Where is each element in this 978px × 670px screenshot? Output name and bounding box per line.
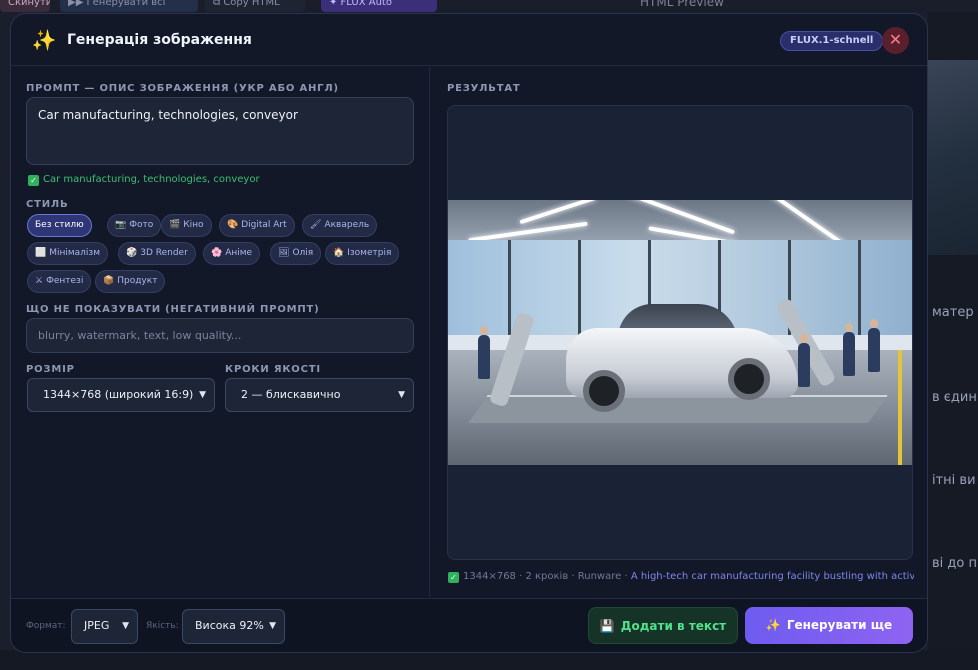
quality-label: Якість: <box>146 621 179 631</box>
painting-icon: 🖼 <box>278 248 290 258</box>
style-chip-label: Фентезі <box>46 276 84 286</box>
quality-select-value: Висока 92% <box>195 619 264 632</box>
style-chip-label: Ізометрія <box>347 248 392 258</box>
style-chip-label: Фото <box>129 220 154 230</box>
bg-copy-html-button: ⧉ Copy HTML <box>205 0 305 12</box>
quality-select[interactable]: Висока 92% ▼ <box>182 609 285 644</box>
style-chip-watercolor[interactable]: 🖌 Акварель <box>302 214 378 237</box>
prompt-textarea[interactable]: Car manufacturing, technologies, conveyo… <box>26 97 414 165</box>
camera-icon: 📷 <box>115 220 127 230</box>
box-icon: 📦 <box>103 276 115 286</box>
style-chip-fantasy[interactable]: ⚔ Фентезі <box>27 270 92 293</box>
bg-text-fragment: ітні ви <box>932 473 976 488</box>
result-meta: ✓ 1344×768 · 2 кроків · Runware · A high-… <box>448 571 914 583</box>
size-select-value: 1344×768 (широкий 16:9) <box>43 388 194 401</box>
palette-icon: 🎨 <box>227 220 239 230</box>
style-chip-product[interactable]: 📦 Продукт <box>95 270 166 293</box>
style-chip-digital-art[interactable]: 🎨 Digital Art <box>219 214 295 237</box>
generate-again-button[interactable]: ✨ Генерувати ще <box>745 607 913 644</box>
close-button[interactable]: ✕ <box>882 27 909 54</box>
clapperboard-icon: 🎬 <box>169 220 181 230</box>
style-chip-isometry[interactable]: 🏠 Ізометрія <box>325 242 400 265</box>
bg-preview-image <box>928 60 978 255</box>
style-chip-label: Без стилю <box>35 220 84 230</box>
floppy-disk-icon: 💾 <box>599 619 615 633</box>
modal-title: Генерація зображення <box>67 31 252 48</box>
style-label: СТИЛЬ <box>26 199 69 210</box>
style-chip-no-style[interactable]: Без стилю <box>27 214 92 237</box>
sparkle-icon: ✨ <box>31 27 57 52</box>
generated-image[interactable] <box>448 200 912 465</box>
square-icon: ⬜ <box>35 248 47 258</box>
result-label: РЕЗУЛЬТАТ <box>447 83 521 94</box>
settings-panel: ПРОМПТ — ОПИС ЗОБРАЖЕННЯ (УКР АБО АНГЛ) … <box>11 67 430 597</box>
style-chip-photo[interactable]: 📷 Фото <box>107 214 162 237</box>
style-chip-label: Кіно <box>183 220 204 230</box>
format-label: Формат: <box>26 621 66 631</box>
result-description: A high-tech car manufacturing facility b… <box>630 571 914 582</box>
style-chip-label: Digital Art <box>241 220 287 230</box>
steps-select-value: 2 — блискавично <box>241 388 341 401</box>
house-icon: 🏠 <box>333 248 345 258</box>
result-meta-text: 1344×768 · 2 кроків · Runware · <box>463 571 631 582</box>
dice-icon: 🎲 <box>126 248 138 258</box>
style-chip-oil[interactable]: 🖼 Олія <box>270 242 322 265</box>
bg-generate-all-button: ▶▶ Генерувати всі <box>60 0 198 12</box>
style-chip-anime[interactable]: 🌸 Аніме <box>203 242 261 265</box>
check-icon: ✓ <box>448 572 459 583</box>
brush-icon: 🖌 <box>310 220 322 230</box>
image-generation-modal: ✨ Генерація зображення FLUX.1-schnell ✕ … <box>10 13 928 653</box>
modal-footer: Формат: JPEG ▼ Якість: Висока 92% ▼ 💾 Дод… <box>11 598 927 652</box>
format-select-value: JPEG <box>84 619 110 632</box>
style-chip-label: Олія <box>292 248 314 258</box>
chevron-down-icon: ▼ <box>398 390 405 400</box>
style-chip-3d-render[interactable]: 🎲 3D Render <box>118 242 196 265</box>
chevron-down-icon: ▼ <box>269 621 276 631</box>
model-badge: FLUX.1-schnell <box>780 31 884 51</box>
add-to-text-label: Додати в текст <box>620 619 727 633</box>
negative-prompt-input[interactable]: blurry, watermark, text, low quality... <box>26 318 414 353</box>
style-chip-label: Аніме <box>225 248 253 258</box>
bg-reset-button: Скинути <box>0 0 50 12</box>
style-chip-cinema[interactable]: 🎬 Кіно <box>161 214 212 237</box>
bg-flux-auto-button: ✦ FLUX Auto <box>321 0 437 12</box>
bg-html-preview-title: HTML Preview <box>640 0 724 9</box>
bg-text-fragment: ві до п <box>932 556 977 571</box>
prompt-confirmation: ✓ Car manufacturing, technologies, convey… <box>28 174 260 186</box>
sparkle-icon: ✨ <box>765 618 781 632</box>
steps-label: КРОКИ ЯКОСТІ <box>225 364 321 375</box>
size-label: РОЗМІР <box>26 364 75 375</box>
check-icon: ✓ <box>28 175 39 186</box>
result-panel: РЕЗУЛЬТАТ ✓ 1344×768 · 2 кроків · Runwar… <box>431 67 927 597</box>
style-chip-label: Продукт <box>117 276 158 286</box>
add-to-text-button[interactable]: 💾 Додати в текст <box>588 607 738 644</box>
size-select[interactable]: 1344×768 (широкий 16:9) ▼ <box>27 378 215 412</box>
blossom-icon: 🌸 <box>211 248 223 258</box>
chevron-down-icon: ▼ <box>122 621 129 631</box>
result-image-frame <box>447 105 913 560</box>
style-chip-minimalism[interactable]: ⬜ Мінімалізм <box>27 242 109 265</box>
swords-icon: ⚔ <box>35 276 44 286</box>
generate-again-label: Генерувати ще <box>786 618 893 632</box>
bg-text-fragment: в єдин <box>932 390 977 405</box>
style-chip-label: 3D Render <box>140 248 188 258</box>
format-select[interactable]: JPEG ▼ <box>71 609 138 644</box>
negative-prompt-label: ЩО НЕ ПОКАЗУВАТИ (НЕГАТИВНИЙ ПРОМПТ) <box>26 304 320 315</box>
steps-select[interactable]: 2 — блискавично ▼ <box>225 378 414 412</box>
prompt-confirmation-text: Car manufacturing, technologies, conveyo… <box>43 174 260 185</box>
bg-text-fragment: матер <box>932 305 974 320</box>
style-chip-label: Мінімалізм <box>49 248 101 258</box>
prompt-label: ПРОМПТ — ОПИС ЗОБРАЖЕННЯ (УКР АБО АНГЛ) <box>26 83 339 94</box>
chevron-down-icon: ▼ <box>199 390 206 400</box>
background-bottom <box>0 650 978 670</box>
style-chip-label: Акварель <box>324 220 370 230</box>
